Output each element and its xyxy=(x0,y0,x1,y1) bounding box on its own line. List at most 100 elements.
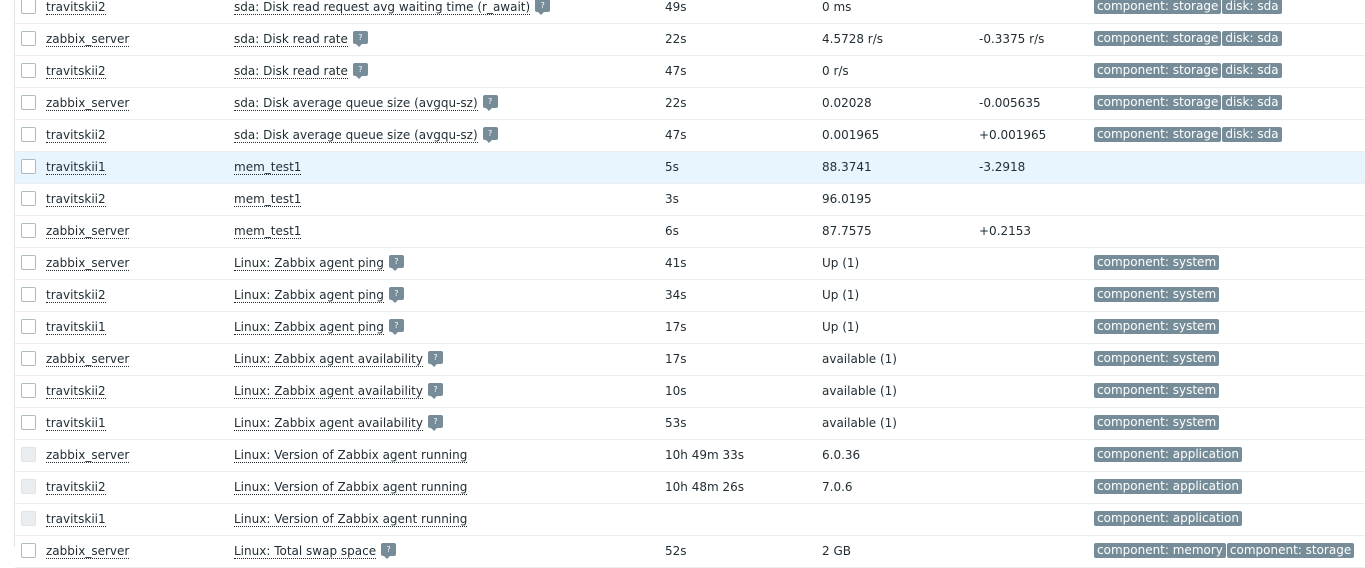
host-link[interactable]: travitskii1 xyxy=(46,416,106,431)
tag-badge[interactable]: component: system xyxy=(1094,287,1220,302)
item-name-link[interactable]: sda: Disk read request avg waiting time … xyxy=(234,0,531,15)
table-row: zabbix_server sda: Disk read rate? 22s 4.57… xyxy=(15,24,1365,56)
host-link[interactable]: zabbix_server xyxy=(46,352,130,367)
item-name-link[interactable]: Linux: Zabbix agent availability xyxy=(234,352,423,367)
host-link[interactable]: travitskii2 xyxy=(46,288,106,303)
host-link[interactable]: zabbix_server xyxy=(46,256,130,271)
host-link[interactable]: travitskii2 xyxy=(46,64,106,79)
tag-badge[interactable]: disk: sda xyxy=(1222,0,1282,14)
item-name-link[interactable]: Linux: Version of Zabbix agent running xyxy=(234,480,468,495)
item-name-link[interactable]: sda: Disk read rate xyxy=(234,64,348,79)
tag-badge[interactable]: component: storage xyxy=(1094,63,1222,78)
host-link[interactable]: travitskii2 xyxy=(46,384,106,399)
help-icon[interactable]: ? xyxy=(388,287,404,303)
row-checkbox[interactable] xyxy=(21,126,36,142)
tag-badge[interactable]: component: system xyxy=(1094,351,1220,366)
tag-badge[interactable]: component: system xyxy=(1094,415,1220,430)
last-check-cell: 10h 48m 26s xyxy=(665,480,744,494)
tag-badge[interactable]: component: system xyxy=(1094,319,1220,334)
host-link[interactable]: zabbix_server xyxy=(46,544,130,559)
row-checkbox[interactable] xyxy=(21,414,36,430)
host-cell: zabbix_server xyxy=(46,440,130,471)
tag-badge[interactable]: component: system xyxy=(1094,383,1220,398)
item-name-link[interactable]: Linux: Total swap space xyxy=(234,544,377,559)
row-checkbox[interactable] xyxy=(21,350,36,366)
item-name-link[interactable]: mem_test1 xyxy=(234,160,302,175)
host-link[interactable]: travitskii1 xyxy=(46,512,106,527)
row-checkbox[interactable] xyxy=(21,158,36,174)
row-checkbox[interactable] xyxy=(21,542,36,558)
item-name-link[interactable]: mem_test1 xyxy=(234,192,302,207)
item-name-link[interactable]: Linux: Version of Zabbix agent running xyxy=(234,512,468,527)
tag-badge[interactable]: component: storage xyxy=(1094,95,1222,110)
host-link[interactable]: zabbix_server xyxy=(46,32,130,47)
row-checkbox[interactable] xyxy=(21,62,36,78)
row-checkbox[interactable] xyxy=(21,0,36,14)
tag-badge[interactable]: component: application xyxy=(1094,511,1242,526)
tag-badge[interactable]: component: storage xyxy=(1094,31,1222,46)
tag-badge[interactable]: component: storage xyxy=(1226,543,1355,558)
tag-badge[interactable]: component: storage xyxy=(1094,127,1222,142)
item-name-cell: sda: Disk read rate? xyxy=(234,24,368,55)
item-name-cell: Linux: Zabbix agent availability? xyxy=(234,344,443,375)
host-cell: travitskii2 xyxy=(46,376,106,407)
tag-badge[interactable]: component: system xyxy=(1094,255,1220,270)
host-link[interactable]: zabbix_server xyxy=(46,448,130,463)
row-checkbox[interactable] xyxy=(21,222,36,238)
host-cell: zabbix_server xyxy=(46,248,130,279)
row-checkbox[interactable] xyxy=(21,318,36,334)
host-link[interactable]: travitskii1 xyxy=(46,320,106,335)
item-name-link[interactable]: sda: Disk average queue size (avgqu-sz) xyxy=(234,96,478,111)
row-checkbox-cell xyxy=(21,56,37,87)
host-link[interactable]: travitskii1 xyxy=(46,160,106,175)
help-icon[interactable]: ? xyxy=(535,0,551,15)
item-name-link[interactable]: Linux: Zabbix agent ping xyxy=(234,256,384,271)
help-icon[interactable]: ? xyxy=(388,255,404,271)
tag-badge[interactable]: disk: sda xyxy=(1222,63,1282,78)
item-name-link[interactable]: Linux: Zabbix agent ping xyxy=(234,320,384,335)
help-icon[interactable]: ? xyxy=(427,415,443,431)
tags-cell: component: application xyxy=(1094,504,1243,535)
help-icon[interactable]: ? xyxy=(482,95,498,111)
item-name-link[interactable]: Linux: Version of Zabbix agent running xyxy=(234,448,468,463)
row-checkbox[interactable] xyxy=(21,190,36,206)
tag-badge[interactable]: component: memory xyxy=(1094,543,1226,558)
row-checkbox[interactable] xyxy=(21,382,36,398)
help-icon[interactable]: ? xyxy=(427,383,443,399)
tag-badge[interactable]: component: application xyxy=(1094,479,1242,494)
help-icon[interactable]: ? xyxy=(352,31,368,47)
host-link[interactable]: zabbix_server xyxy=(46,96,130,111)
tag-badge[interactable]: disk: sda xyxy=(1222,127,1282,142)
help-icon[interactable]: ? xyxy=(352,63,368,79)
item-name-link[interactable]: sda: Disk average queue size (avgqu-sz) xyxy=(234,128,478,143)
item-name-link[interactable]: Linux: Zabbix agent ping xyxy=(234,288,384,303)
tags-cell: component: application xyxy=(1094,472,1243,503)
tag-badge[interactable]: component: storage xyxy=(1094,0,1222,14)
host-link[interactable]: zabbix_server xyxy=(46,224,130,239)
row-checkbox-cell xyxy=(21,504,37,535)
row-checkbox[interactable] xyxy=(21,94,36,110)
tag-badge[interactable]: disk: sda xyxy=(1222,95,1282,110)
help-icon[interactable]: ? xyxy=(482,127,498,143)
host-link[interactable]: travitskii2 xyxy=(46,192,106,207)
host-link[interactable]: travitskii2 xyxy=(46,0,106,15)
item-name-link[interactable]: mem_test1 xyxy=(234,224,302,239)
item-name-link[interactable]: Linux: Zabbix agent availability xyxy=(234,416,423,431)
row-checkbox[interactable] xyxy=(21,286,36,302)
row-checkbox[interactable] xyxy=(21,30,36,46)
row-checkbox-cell xyxy=(21,344,37,375)
help-icon[interactable]: ? xyxy=(381,543,397,559)
last-value-cell: 4.5728 r/s xyxy=(822,32,884,46)
host-link[interactable]: travitskii2 xyxy=(46,480,106,495)
last-value-cell: 0.02028 xyxy=(822,96,872,110)
help-icon[interactable]: ? xyxy=(427,351,443,367)
host-link[interactable]: travitskii2 xyxy=(46,128,106,143)
tag-badge[interactable]: disk: sda xyxy=(1222,31,1282,46)
tag-badge[interactable]: component: application xyxy=(1094,447,1242,462)
row-checkbox[interactable] xyxy=(21,254,36,270)
item-name-link[interactable]: sda: Disk read rate xyxy=(234,32,348,47)
host-cell: travitskii2 xyxy=(46,184,106,215)
help-icon[interactable]: ? xyxy=(388,319,404,335)
item-name-link[interactable]: Linux: Zabbix agent availability xyxy=(234,384,423,399)
row-checkbox-cell xyxy=(21,24,37,55)
